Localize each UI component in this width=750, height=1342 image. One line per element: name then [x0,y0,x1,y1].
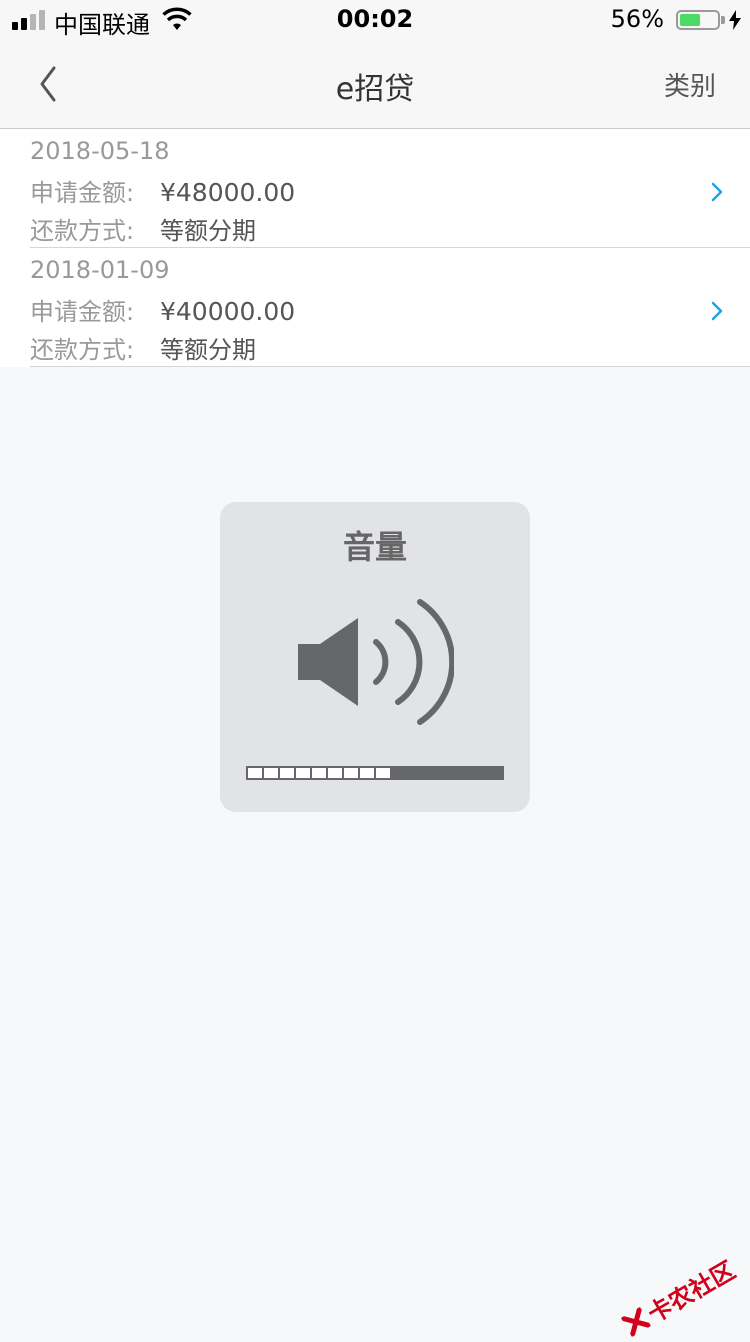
amount-row: 申请金额: ¥40000.00 [30,292,295,327]
loan-date: 2018-05-18 [30,137,170,165]
category-button[interactable]: 类别 [664,66,716,103]
battery-percent: 56% [610,5,664,33]
loan-list-item[interactable]: 2018-05-18 申请金额: ¥48000.00 还款方式: 等额分期 [30,129,750,248]
battery-icon [676,10,720,30]
repay-method-value: 等额分期 [160,336,256,364]
volume-hud: 音量 [220,502,530,812]
volume-segment [360,768,374,778]
amount-value: ¥40000.00 [160,297,296,326]
amount-label: 申请金额: [30,298,135,326]
volume-title: 音量 [342,528,407,566]
volume-segment [280,768,294,778]
watermark-text: 卡农社区 [642,1256,741,1329]
volume-segment [296,768,310,778]
volume-level-bar [246,766,504,780]
repay-label: 还款方式: [30,336,135,364]
navigation-bar: e招贷 类别 [0,40,750,129]
repay-label: 还款方式: [30,217,135,245]
volume-segment [312,768,326,778]
volume-segment [328,768,342,778]
repay-row: 还款方式: 等额分期 [30,211,256,246]
battery-tip [721,16,725,24]
repay-row: 还款方式: 等额分期 [30,330,256,365]
chevron-right-icon[interactable] [710,181,724,203]
volume-segment [344,768,358,778]
charging-bolt-icon [729,10,741,30]
volume-segment [376,768,390,778]
chevron-right-icon[interactable] [710,300,724,322]
battery-fill [680,14,700,26]
amount-row: 申请金额: ¥48000.00 [30,173,295,208]
watermark-logo: 卡农社区 [617,1251,740,1342]
loan-date: 2018-01-09 [30,256,170,284]
amount-value: ¥48000.00 [160,178,296,207]
volume-segment [264,768,278,778]
page-title: e招贷 [335,72,415,107]
status-bar: 中国联通 00:02 56% [0,0,750,40]
loan-list-item[interactable]: 2018-01-09 申请金额: ¥40000.00 还款方式: 等额分期 [30,248,750,367]
loan-list: 2018-05-18 申请金额: ¥48000.00 还款方式: 等额分期 2018… [0,129,750,367]
repay-method-value: 等额分期 [160,217,256,245]
speaker-icon [298,599,454,725]
amount-label: 申请金额: [30,179,135,207]
volume-segment [248,768,262,778]
